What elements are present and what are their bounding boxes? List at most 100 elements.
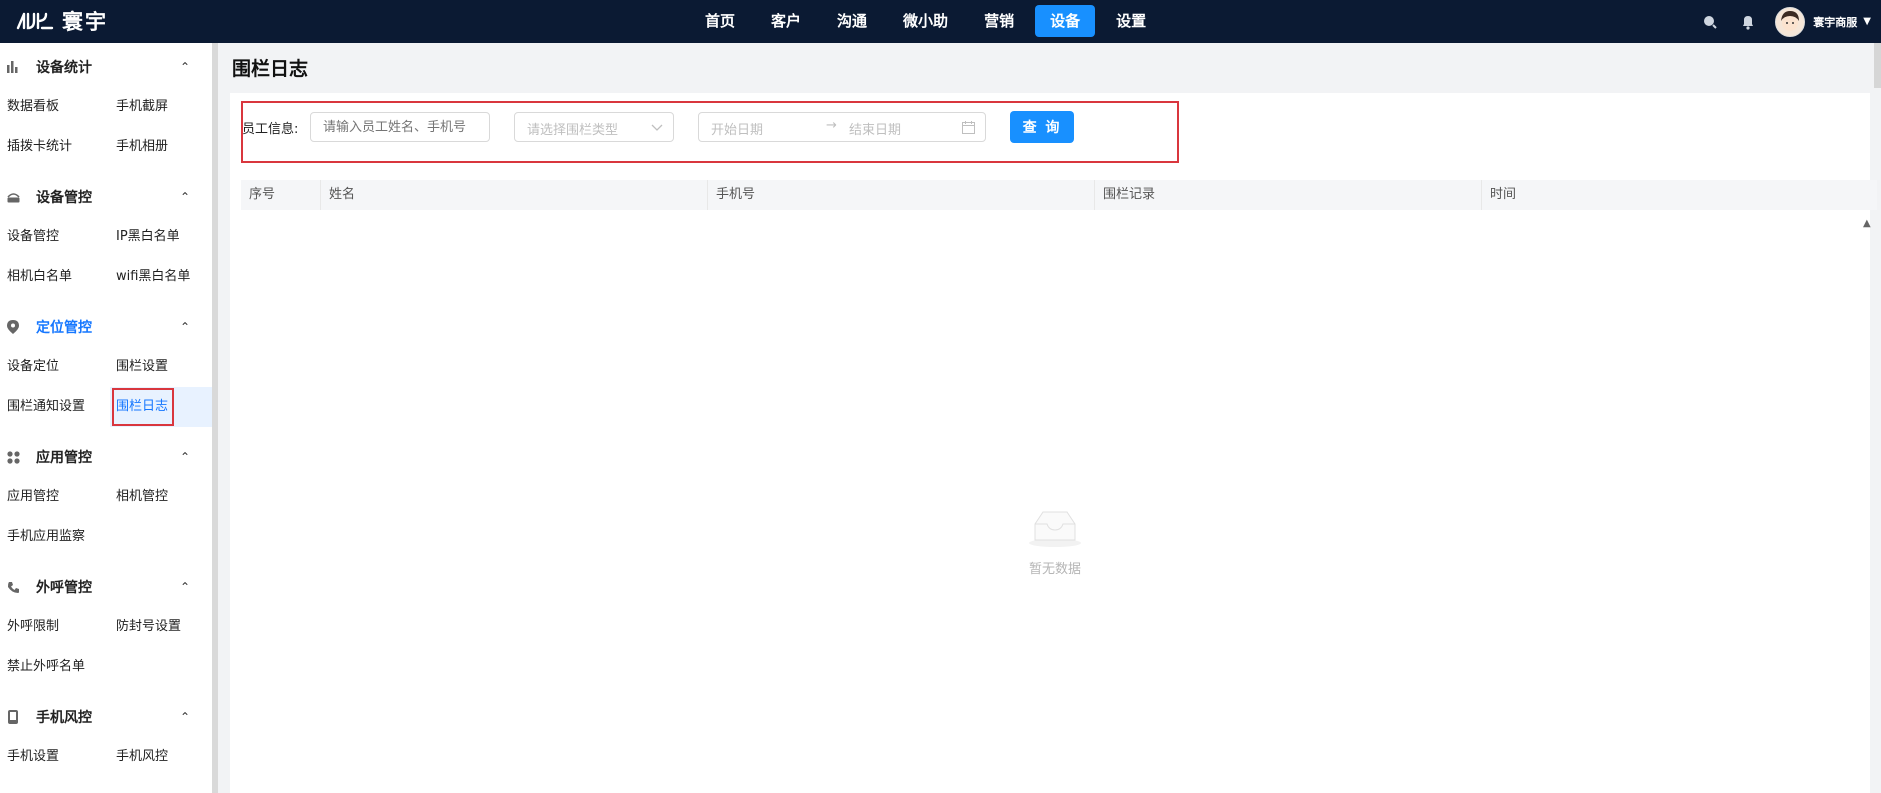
sidebar-group-title: 定位管控 xyxy=(36,320,92,336)
column-header-index[interactable]: 序号 xyxy=(241,180,321,210)
logo-text: 寰宇 xyxy=(62,10,108,34)
logo-mark-icon xyxy=(16,12,54,30)
sidebar-group-title: 手机风控 xyxy=(36,710,92,726)
sidebar-group-app-control: 应用管控 ⌃ 应用管控 相机管控 手机应用监察 xyxy=(0,437,212,557)
caret-down-icon[interactable]: ▼ xyxy=(1863,16,1871,27)
location-pin-icon xyxy=(6,320,20,334)
sidebar-group-header[interactable]: 设备统计 ⌃ xyxy=(0,47,212,87)
nav-item-home[interactable]: 首页 xyxy=(690,5,750,37)
sidebar-item-anti-block-settings[interactable]: 防封号设置 xyxy=(116,607,181,647)
sidebar-group-header[interactable]: 应用管控 ⌃ xyxy=(0,437,212,477)
date-range-picker[interactable]: 开始日期 → 结束日期 xyxy=(698,112,986,142)
chevron-up-icon[interactable]: ⌃ xyxy=(180,580,190,594)
sidebar-item-wifi-list[interactable]: wifi黑白名单 xyxy=(116,257,190,297)
phone-icon xyxy=(6,580,20,594)
sidebar-row: 外呼限制 防封号设置 xyxy=(0,607,212,647)
sidebar-item-camera-whitelist[interactable]: 相机白名单 xyxy=(7,257,72,297)
chevron-up-icon[interactable]: ⌃ xyxy=(180,190,190,204)
sidebar-item-device-control[interactable]: 设备管控 xyxy=(7,217,59,257)
sidebar-item-outbound-blocklist[interactable]: 禁止外呼名单 xyxy=(7,647,85,687)
sidebar-item-app-control[interactable]: 应用管控 xyxy=(7,477,59,517)
avatar[interactable] xyxy=(1775,6,1806,37)
sidebar-item-app-monitor[interactable]: 手机应用监察 xyxy=(7,517,85,557)
sidebar-group-phone-risk: 手机风控 ⌃ 手机设置 手机风控 xyxy=(0,697,212,777)
router-icon xyxy=(6,190,20,204)
main-nav: 首页 客户 沟通 微小助 营销 设备 设置 xyxy=(690,5,1167,37)
search-icon[interactable] xyxy=(1699,11,1721,33)
sidebar-group-title: 设备统计 xyxy=(36,60,92,76)
sidebar-group-title: 外呼管控 xyxy=(36,580,92,596)
mobile-icon xyxy=(6,710,20,724)
fence-type-placeholder: 请选择围栏类型 xyxy=(527,123,619,138)
empty-inbox-icon xyxy=(1029,511,1081,547)
sidebar-group-header[interactable]: 手机风控 ⌃ xyxy=(0,697,212,737)
sidebar-item-fence-log[interactable]: 围栏日志 xyxy=(116,387,168,427)
sidebar-item-camera-control[interactable]: 相机管控 xyxy=(116,477,168,517)
sidebar-row: 围栏通知设置 围栏日志 xyxy=(0,387,212,427)
app-logo[interactable]: 寰宇 xyxy=(16,7,108,35)
sidebar-row: 应用管控 相机管控 xyxy=(0,477,212,517)
sidebar-item-sim-stats[interactable]: 插拨卡统计 xyxy=(7,127,72,167)
employee-info-label: 员工信息: xyxy=(242,122,299,137)
sidebar-item-phone-screenshot[interactable]: 手机截屏 xyxy=(116,87,168,127)
nav-item-marketing[interactable]: 营销 xyxy=(969,5,1029,37)
sidebar-row: 设备定位 围栏设置 xyxy=(0,347,212,387)
range-separator: → xyxy=(826,118,837,133)
empty-text: 暂无数据 xyxy=(1028,562,1081,577)
page-scrollbar[interactable] xyxy=(1874,43,1881,88)
end-date-placeholder[interactable]: 结束日期 xyxy=(849,119,901,138)
sidebar-item-data-dashboard[interactable]: 数据看板 xyxy=(7,87,59,127)
fence-type-select[interactable]: 请选择围栏类型 xyxy=(514,112,674,142)
top-navigation-bar: 寰宇 首页 客户 沟通 微小助 营销 设备 设置 寰宇商服 ▼ xyxy=(0,0,1881,43)
bar-chart-icon xyxy=(6,60,20,74)
nav-item-wechat-assistant[interactable]: 微小助 xyxy=(888,5,963,37)
sidebar: 设备统计 ⌃ 数据看板 手机截屏 插拨卡统计 手机相册 设备管控 ⌃ 设备管控 … xyxy=(0,43,213,793)
query-button[interactable]: 查 询 xyxy=(1010,111,1074,143)
column-header-fence-record[interactable]: 围栏记录 xyxy=(1095,180,1482,210)
start-date-placeholder[interactable]: 开始日期 xyxy=(711,119,763,138)
nav-item-customers[interactable]: 客户 xyxy=(756,5,816,37)
employee-search-input[interactable] xyxy=(310,112,490,142)
column-header-name[interactable]: 姓名 xyxy=(321,180,708,210)
sidebar-group-title: 应用管控 xyxy=(36,450,92,466)
sidebar-item-phone-risk[interactable]: 手机风控 xyxy=(116,737,168,777)
chevron-up-icon[interactable]: ⌃ xyxy=(180,320,190,334)
chevron-up-icon[interactable]: ⌃ xyxy=(180,450,190,464)
sidebar-item-phone-album[interactable]: 手机相册 xyxy=(116,127,168,167)
sidebar-row: 数据看板 手机截屏 xyxy=(0,87,212,127)
nav-item-devices[interactable]: 设备 xyxy=(1035,5,1096,37)
page-title: 围栏日志 xyxy=(232,58,309,80)
calendar-icon xyxy=(962,121,975,134)
nav-item-communication[interactable]: 沟通 xyxy=(822,5,882,37)
sidebar-item-phone-settings[interactable]: 手机设置 xyxy=(7,737,59,777)
sidebar-row: 相机白名单 wifi黑白名单 xyxy=(0,257,212,297)
sidebar-item-outbound-limit[interactable]: 外呼限制 xyxy=(7,607,59,647)
sidebar-item-ip-list[interactable]: IP黑白名单 xyxy=(116,217,180,257)
sidebar-group-title: 设备管控 xyxy=(36,190,92,206)
sidebar-group-device-control: 设备管控 ⌃ 设备管控 IP黑白名单 相机白名单 wifi黑白名单 xyxy=(0,177,212,297)
sidebar-group-location-control: 定位管控 ⌃ 设备定位 围栏设置 围栏通知设置 围栏日志 xyxy=(0,307,212,427)
chevron-down-icon xyxy=(651,124,663,131)
sidebar-group-device-stats: 设备统计 ⌃ 数据看板 手机截屏 插拨卡统计 手机相册 xyxy=(0,47,212,167)
scroll-up-arrow-icon[interactable]: ▲ xyxy=(1863,218,1871,229)
chevron-up-icon[interactable]: ⌃ xyxy=(180,60,190,74)
empty-state: 暂无数据 xyxy=(1000,508,1110,577)
sidebar-row: 手机应用监察 xyxy=(0,517,212,557)
apps-icon xyxy=(6,450,20,464)
sidebar-row: 禁止外呼名单 xyxy=(0,647,212,687)
sidebar-item-fence-notify-settings[interactable]: 围栏通知设置 xyxy=(7,387,85,427)
bell-icon[interactable] xyxy=(1737,11,1759,33)
sidebar-item-device-location[interactable]: 设备定位 xyxy=(7,347,59,387)
chevron-up-icon[interactable]: ⌃ xyxy=(180,710,190,724)
sidebar-group-header[interactable]: 外呼管控 ⌃ xyxy=(0,567,212,607)
top-right-tools: 寰宇商服 ▼ xyxy=(1699,0,1871,43)
nav-item-settings[interactable]: 设置 xyxy=(1101,5,1161,37)
column-header-phone[interactable]: 手机号 xyxy=(708,180,1095,210)
sidebar-item-fence-settings[interactable]: 围栏设置 xyxy=(116,347,168,387)
sidebar-group-header[interactable]: 定位管控 ⌃ xyxy=(0,307,212,347)
sidebar-row: 插拨卡统计 手机相册 xyxy=(0,127,212,167)
column-header-time[interactable]: 时间 xyxy=(1482,180,1877,210)
user-name[interactable]: 寰宇商服 xyxy=(1813,14,1857,30)
table-header: 序号 姓名 手机号 围栏记录 时间 xyxy=(241,180,1877,210)
sidebar-group-header[interactable]: 设备管控 ⌃ xyxy=(0,177,212,217)
